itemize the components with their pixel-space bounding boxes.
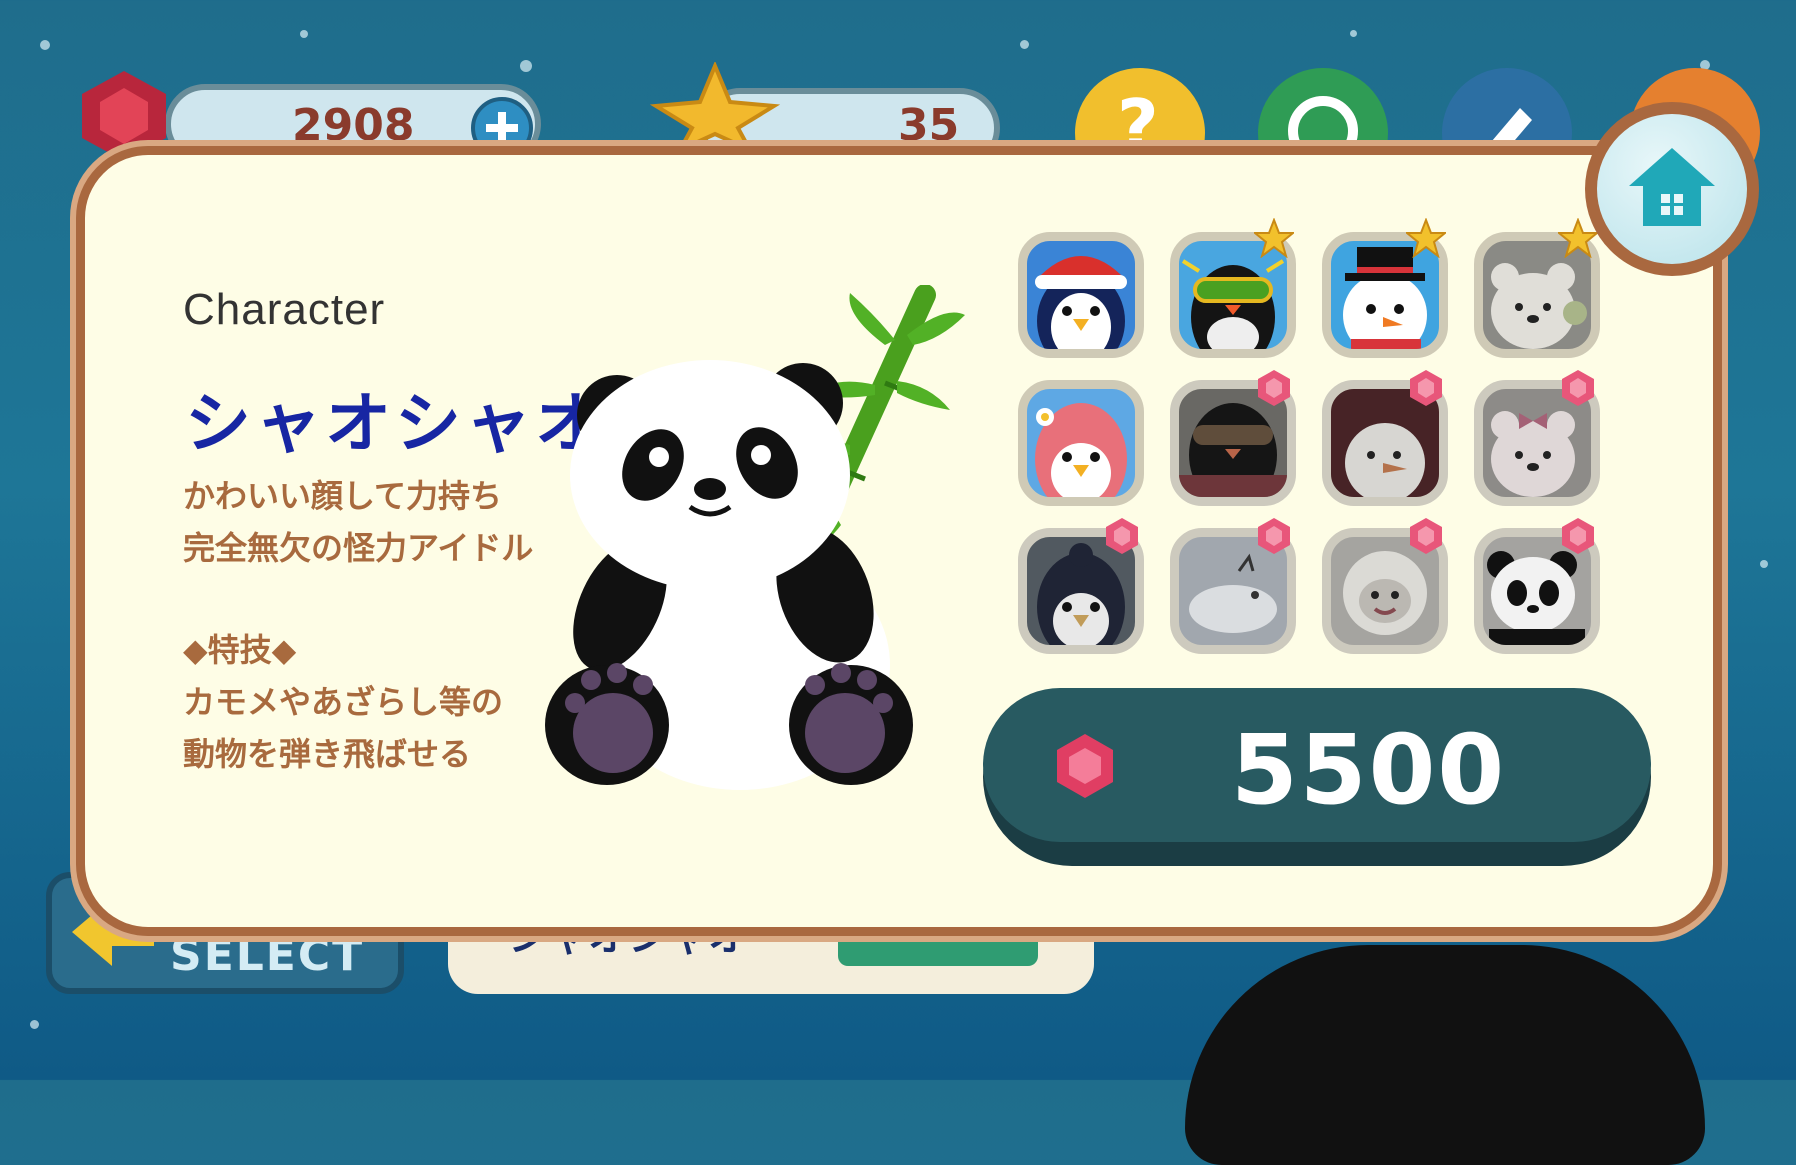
skill-line: 動物を弾き飛ばせる <box>183 735 472 773</box>
gem-badge-icon <box>1562 518 1594 554</box>
gem-icon <box>1057 734 1113 798</box>
home-icon <box>1629 148 1715 226</box>
character-tile-flower-penguin[interactable] <box>1018 380 1144 506</box>
buy-button-face: 5500 <box>983 688 1651 842</box>
flower-penguin-icon <box>1035 403 1127 497</box>
gem-badge-icon <box>1258 370 1290 406</box>
home-button[interactable] <box>1585 102 1759 276</box>
select-label: SELECT <box>170 930 365 981</box>
panda-silhouette <box>1185 945 1705 1165</box>
section-label: Character <box>183 285 386 334</box>
home-button-face <box>1597 114 1747 264</box>
santa-penguin-icon <box>1035 256 1127 349</box>
star-badge-icon <box>1254 218 1294 258</box>
gem-badge-icon <box>1410 518 1442 554</box>
gem-badge-icon <box>1258 518 1290 554</box>
panda-illustration <box>545 285 965 790</box>
buy-button[interactable]: 5500 <box>983 688 1651 866</box>
description-line: かわいい顔して力持ち <box>183 477 503 515</box>
skill-line: カモメやあざらし等の <box>183 683 504 721</box>
gem-badge-icon <box>1562 370 1594 406</box>
star-badge-icon <box>1406 218 1446 258</box>
character-name: シャオシャオ <box>185 385 605 462</box>
gem-badge-icon <box>1106 518 1138 554</box>
character-tile-santa-penguin[interactable] <box>1018 232 1144 358</box>
star-icon <box>650 62 780 152</box>
skill-header: ◆特技◆ <box>183 631 297 669</box>
gem-badge-icon <box>1410 370 1442 406</box>
gem-count: 2908 <box>292 100 415 151</box>
description-line: 完全無欠の怪力アイドル <box>183 529 534 567</box>
star-count: 35 <box>898 100 960 151</box>
price-label: 5500 <box>1231 714 1507 826</box>
